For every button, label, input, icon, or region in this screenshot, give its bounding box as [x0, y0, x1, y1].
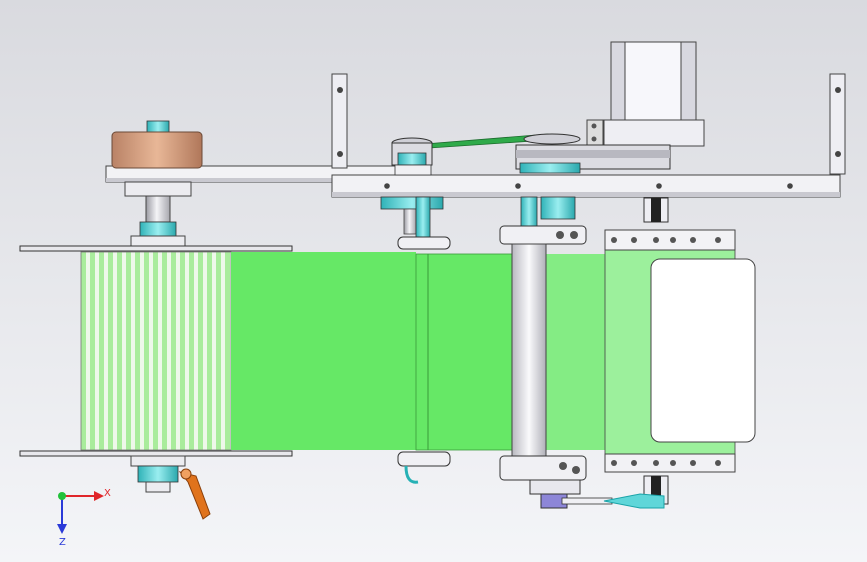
axis-x-label: X — [104, 488, 111, 499]
cad-assembly-drawing: X Z — [0, 0, 867, 562]
sensor-clamp-top[interactable] — [643, 197, 669, 223]
label-sensor-window — [650, 258, 756, 443]
spool-flange-top — [19, 245, 293, 252]
drive-pulley-small[interactable] — [391, 137, 433, 176]
spool-flange-bottom — [19, 450, 293, 457]
cad-viewport[interactable]: X Z — [0, 0, 867, 562]
axis-z-label: Z — [59, 537, 66, 548]
label-roll[interactable] — [80, 251, 232, 451]
